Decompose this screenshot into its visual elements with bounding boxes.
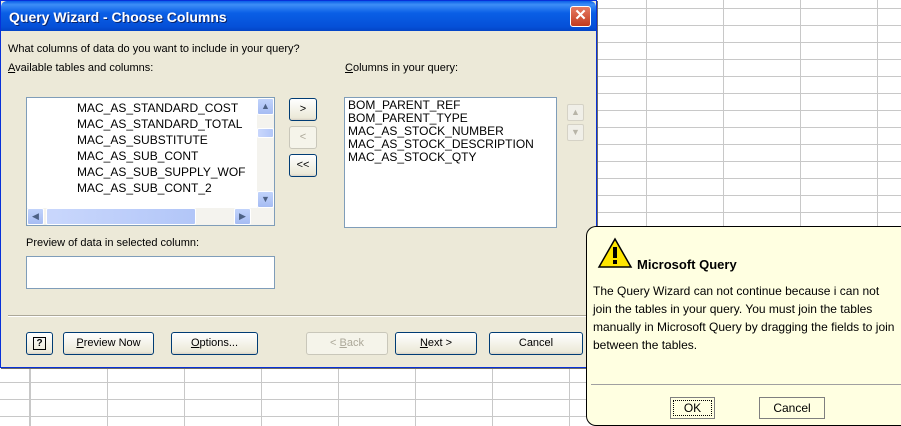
remove-column-label: < — [299, 131, 307, 143]
query-wizard-dialog: Query Wizard - Choose Columns ✕ What col… — [0, 0, 597, 368]
back-prefix: < — [330, 337, 340, 349]
add-column-button[interactable]: > — [289, 98, 317, 121]
available-label: Available tables and columns: — [8, 62, 153, 74]
available-horizontal-scrollbar[interactable]: ◀ ▶ — [27, 208, 274, 225]
back-accel: B — [339, 337, 347, 349]
preview-now-button[interactable]: Preview Now — [63, 332, 154, 355]
options-accel: O — [190, 337, 200, 349]
back-button[interactable]: < Back — [306, 332, 388, 355]
scroll-thumb-horizontal[interactable] — [46, 208, 196, 225]
ok-button[interactable]: OK — [670, 397, 715, 419]
move-down-icon[interactable]: ▼ — [567, 124, 584, 141]
list-item[interactable]: MAC_AS_STANDARD_TOTAL — [77, 116, 246, 132]
remove-column-button[interactable]: < — [289, 126, 317, 149]
balloon-message: The Query Wizard can not continue becaus… — [593, 284, 895, 352]
help-icon: ? — [33, 337, 46, 350]
available-columns-list[interactable]: MAC_AS_STANDARD_COST MAC_AS_STANDARD_TOT… — [26, 97, 275, 226]
balloon-cancel-button[interactable]: Cancel — [759, 397, 825, 419]
add-column-label: > — [299, 103, 307, 115]
scroll-down-icon[interactable]: ▼ — [257, 191, 274, 208]
prompt-text: What columns of data do you want to incl… — [8, 43, 300, 55]
available-vertical-scrollbar[interactable]: ▲ ▼ — [257, 98, 274, 208]
dialog-title: Query Wizard - Choose Columns — [9, 9, 227, 25]
list-item[interactable]: MAC_AS_STOCK_QTY — [348, 151, 534, 164]
columns-label: Columns in your query: — [345, 62, 458, 74]
preview-box — [26, 256, 275, 289]
remove-all-label: << — [296, 159, 310, 171]
balloon-separator — [591, 384, 901, 385]
options-button[interactable]: Options... — [171, 332, 258, 355]
scroll-right-icon[interactable]: ▶ — [234, 208, 251, 225]
remove-all-columns-button[interactable]: << — [289, 154, 317, 177]
scroll-left-icon[interactable]: ◀ — [27, 208, 44, 225]
next-text: ext > — [427, 337, 453, 349]
dialog-separator — [8, 315, 589, 317]
list-item[interactable]: MAC_AS_SUB_SUPPLY_WOF — [77, 164, 246, 180]
warning-icon — [597, 237, 633, 268]
list-item[interactable]: MAC_AS_SUB_CONT_2 — [77, 180, 246, 196]
available-label-text: vailable tables and columns: — [15, 62, 154, 74]
cancel-button[interactable]: Cancel — [489, 332, 583, 355]
list-item[interactable]: MAC_AS_SUBSTITUTE — [77, 132, 246, 148]
help-button[interactable]: ? — [26, 332, 53, 355]
balloon-title: Microsoft Query — [637, 257, 737, 272]
columns-label-accel: C — [345, 62, 353, 74]
back-text: ack — [346, 337, 364, 349]
next-accel: N — [419, 337, 428, 349]
title-bar[interactable]: Query Wizard - Choose Columns ✕ — [1, 1, 596, 31]
options-text: ptions... — [199, 337, 239, 349]
ok-label: OK — [683, 401, 702, 415]
microsoft-query-balloon: Microsoft Query The Query Wizard can not… — [586, 226, 901, 426]
move-up-icon[interactable]: ▲ — [567, 104, 584, 121]
close-icon: ✕ — [574, 7, 587, 24]
list-item[interactable]: MAC_AS_STANDARD_COST — [77, 100, 246, 116]
balloon-cancel-label: Cancel — [773, 401, 811, 415]
columns-label-text: olumns in your query: — [352, 62, 459, 74]
query-columns-list[interactable]: BOM_PARENT_REF BOM_PARENT_TYPE MAC_AS_ST… — [344, 97, 557, 228]
list-item[interactable]: MAC_AS_SUB_CONT — [77, 148, 246, 164]
scroll-thumb[interactable] — [257, 128, 274, 138]
preview-label: Preview of data in selected column: — [26, 237, 200, 249]
close-button[interactable]: ✕ — [570, 6, 591, 27]
preview-now-accel: P — [76, 337, 84, 349]
preview-now-text: review Now — [83, 337, 141, 349]
cancel-label: Cancel — [518, 337, 554, 349]
next-button[interactable]: Next > — [395, 332, 477, 355]
scroll-up-icon[interactable]: ▲ — [257, 98, 274, 115]
